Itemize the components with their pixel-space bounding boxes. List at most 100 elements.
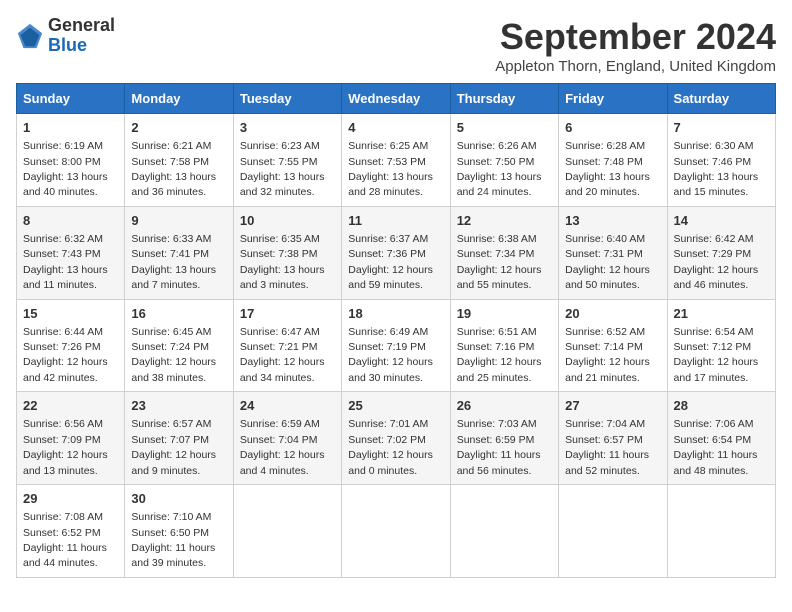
weekday-header-row: SundayMondayTuesdayWednesdayThursdayFrid… [17, 84, 776, 114]
calendar-cell: 5 Sunrise: 6:26 AMSunset: 7:50 PMDayligh… [450, 114, 558, 207]
calendar-cell: 9 Sunrise: 6:33 AMSunset: 7:41 PMDayligh… [125, 206, 233, 299]
day-info: Sunrise: 6:19 AMSunset: 8:00 PMDaylight:… [23, 140, 108, 198]
day-number: 12 [457, 212, 552, 230]
day-number: 19 [457, 305, 552, 323]
calendar-cell: 3 Sunrise: 6:23 AMSunset: 7:55 PMDayligh… [233, 114, 341, 207]
day-number: 16 [131, 305, 226, 323]
title-section: September 2024 Appleton Thorn, England, … [495, 16, 776, 75]
calendar-cell: 25 Sunrise: 7:01 AMSunset: 7:02 PMDaylig… [342, 392, 450, 485]
calendar-cell: 12 Sunrise: 6:38 AMSunset: 7:34 PMDaylig… [450, 206, 558, 299]
day-info: Sunrise: 6:38 AMSunset: 7:34 PMDaylight:… [457, 233, 542, 291]
day-number: 11 [348, 212, 443, 230]
day-number: 4 [348, 119, 443, 137]
calendar-cell: 4 Sunrise: 6:25 AMSunset: 7:53 PMDayligh… [342, 114, 450, 207]
day-info: Sunrise: 6:49 AMSunset: 7:19 PMDaylight:… [348, 326, 433, 384]
calendar-cell: 20 Sunrise: 6:52 AMSunset: 7:14 PMDaylig… [559, 299, 667, 392]
day-info: Sunrise: 6:52 AMSunset: 7:14 PMDaylight:… [565, 326, 650, 384]
calendar-week-5: 29 Sunrise: 7:08 AMSunset: 6:52 PMDaylig… [17, 485, 776, 578]
weekday-header-tuesday: Tuesday [233, 84, 341, 114]
day-number: 17 [240, 305, 335, 323]
day-info: Sunrise: 6:56 AMSunset: 7:09 PMDaylight:… [23, 418, 108, 476]
weekday-header-monday: Monday [125, 84, 233, 114]
day-info: Sunrise: 6:42 AMSunset: 7:29 PMDaylight:… [674, 233, 759, 291]
calendar-cell: 13 Sunrise: 6:40 AMSunset: 7:31 PMDaylig… [559, 206, 667, 299]
day-number: 24 [240, 397, 335, 415]
day-number: 8 [23, 212, 118, 230]
calendar-cell: 19 Sunrise: 6:51 AMSunset: 7:16 PMDaylig… [450, 299, 558, 392]
day-info: Sunrise: 6:57 AMSunset: 7:07 PMDaylight:… [131, 418, 216, 476]
day-number: 27 [565, 397, 660, 415]
calendar-cell: 17 Sunrise: 6:47 AMSunset: 7:21 PMDaylig… [233, 299, 341, 392]
calendar-cell: 14 Sunrise: 6:42 AMSunset: 7:29 PMDaylig… [667, 206, 775, 299]
day-number: 10 [240, 212, 335, 230]
day-number: 20 [565, 305, 660, 323]
day-number: 13 [565, 212, 660, 230]
day-info: Sunrise: 6:30 AMSunset: 7:46 PMDaylight:… [674, 140, 759, 198]
day-info: Sunrise: 7:08 AMSunset: 6:52 PMDaylight:… [23, 511, 107, 569]
calendar-cell [667, 485, 775, 578]
day-number: 18 [348, 305, 443, 323]
header: General Blue September 2024 Appleton Tho… [16, 16, 776, 75]
weekday-header-wednesday: Wednesday [342, 84, 450, 114]
day-number: 23 [131, 397, 226, 415]
calendar-week-1: 1 Sunrise: 6:19 AMSunset: 8:00 PMDayligh… [17, 114, 776, 207]
calendar-week-2: 8 Sunrise: 6:32 AMSunset: 7:43 PMDayligh… [17, 206, 776, 299]
weekday-header-friday: Friday [559, 84, 667, 114]
day-info: Sunrise: 6:32 AMSunset: 7:43 PMDaylight:… [23, 233, 108, 291]
day-number: 7 [674, 119, 769, 137]
day-info: Sunrise: 6:59 AMSunset: 7:04 PMDaylight:… [240, 418, 325, 476]
logo-icon [16, 22, 44, 50]
calendar-cell: 28 Sunrise: 7:06 AMSunset: 6:54 PMDaylig… [667, 392, 775, 485]
day-info: Sunrise: 7:10 AMSunset: 6:50 PMDaylight:… [131, 511, 215, 569]
calendar-cell [559, 485, 667, 578]
calendar-week-4: 22 Sunrise: 6:56 AMSunset: 7:09 PMDaylig… [17, 392, 776, 485]
calendar-cell: 10 Sunrise: 6:35 AMSunset: 7:38 PMDaylig… [233, 206, 341, 299]
weekday-header-saturday: Saturday [667, 84, 775, 114]
day-info: Sunrise: 6:23 AMSunset: 7:55 PMDaylight:… [240, 140, 325, 198]
day-info: Sunrise: 7:01 AMSunset: 7:02 PMDaylight:… [348, 418, 433, 476]
day-number: 26 [457, 397, 552, 415]
calendar-table: SundayMondayTuesdayWednesdayThursdayFrid… [16, 83, 776, 578]
day-number: 15 [23, 305, 118, 323]
calendar-cell: 15 Sunrise: 6:44 AMSunset: 7:26 PMDaylig… [17, 299, 125, 392]
day-info: Sunrise: 6:54 AMSunset: 7:12 PMDaylight:… [674, 326, 759, 384]
calendar-cell: 11 Sunrise: 6:37 AMSunset: 7:36 PMDaylig… [342, 206, 450, 299]
calendar-cell: 22 Sunrise: 6:56 AMSunset: 7:09 PMDaylig… [17, 392, 125, 485]
calendar-cell: 24 Sunrise: 6:59 AMSunset: 7:04 PMDaylig… [233, 392, 341, 485]
calendar-cell: 6 Sunrise: 6:28 AMSunset: 7:48 PMDayligh… [559, 114, 667, 207]
calendar-week-3: 15 Sunrise: 6:44 AMSunset: 7:26 PMDaylig… [17, 299, 776, 392]
day-info: Sunrise: 6:26 AMSunset: 7:50 PMDaylight:… [457, 140, 542, 198]
day-info: Sunrise: 6:28 AMSunset: 7:48 PMDaylight:… [565, 140, 650, 198]
day-info: Sunrise: 6:44 AMSunset: 7:26 PMDaylight:… [23, 326, 108, 384]
calendar-cell: 16 Sunrise: 6:45 AMSunset: 7:24 PMDaylig… [125, 299, 233, 392]
day-info: Sunrise: 6:45 AMSunset: 7:24 PMDaylight:… [131, 326, 216, 384]
day-info: Sunrise: 6:33 AMSunset: 7:41 PMDaylight:… [131, 233, 216, 291]
calendar-cell: 29 Sunrise: 7:08 AMSunset: 6:52 PMDaylig… [17, 485, 125, 578]
calendar-cell: 21 Sunrise: 6:54 AMSunset: 7:12 PMDaylig… [667, 299, 775, 392]
day-info: Sunrise: 7:04 AMSunset: 6:57 PMDaylight:… [565, 418, 649, 476]
day-number: 22 [23, 397, 118, 415]
day-number: 9 [131, 212, 226, 230]
weekday-header-sunday: Sunday [17, 84, 125, 114]
day-info: Sunrise: 6:21 AMSunset: 7:58 PMDaylight:… [131, 140, 216, 198]
calendar-cell: 8 Sunrise: 6:32 AMSunset: 7:43 PMDayligh… [17, 206, 125, 299]
logo: General Blue [16, 16, 115, 56]
day-info: Sunrise: 6:37 AMSunset: 7:36 PMDaylight:… [348, 233, 433, 291]
location-subtitle: Appleton Thorn, England, United Kingdom [495, 58, 776, 75]
day-info: Sunrise: 6:47 AMSunset: 7:21 PMDaylight:… [240, 326, 325, 384]
day-number: 6 [565, 119, 660, 137]
day-info: Sunrise: 6:35 AMSunset: 7:38 PMDaylight:… [240, 233, 325, 291]
calendar-cell: 30 Sunrise: 7:10 AMSunset: 6:50 PMDaylig… [125, 485, 233, 578]
day-number: 25 [348, 397, 443, 415]
day-info: Sunrise: 6:25 AMSunset: 7:53 PMDaylight:… [348, 140, 433, 198]
logo-text: General Blue [48, 16, 115, 56]
day-number: 1 [23, 119, 118, 137]
day-number: 21 [674, 305, 769, 323]
day-number: 5 [457, 119, 552, 137]
day-info: Sunrise: 6:51 AMSunset: 7:16 PMDaylight:… [457, 326, 542, 384]
calendar-cell [450, 485, 558, 578]
calendar-cell: 2 Sunrise: 6:21 AMSunset: 7:58 PMDayligh… [125, 114, 233, 207]
calendar-cell [342, 485, 450, 578]
weekday-header-thursday: Thursday [450, 84, 558, 114]
day-number: 29 [23, 490, 118, 508]
